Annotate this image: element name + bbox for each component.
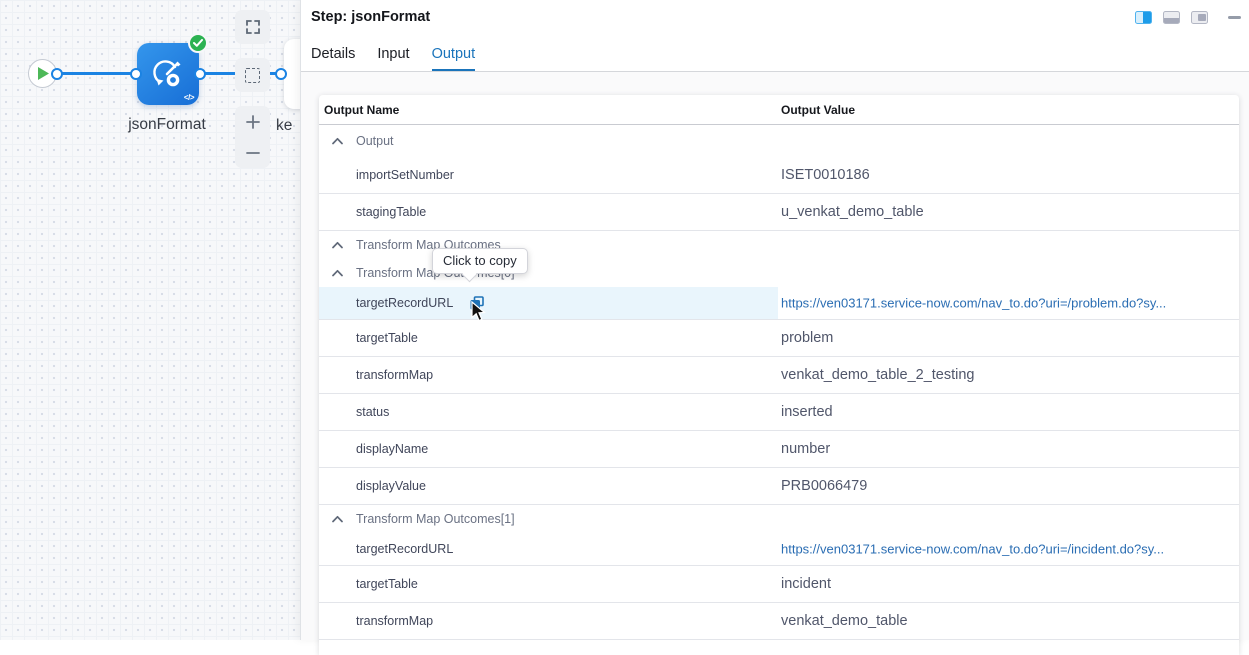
output-name-label: displayValue	[356, 479, 426, 493]
table-row: importSetNumber ISET0010186	[319, 157, 1239, 194]
step-node-label: jsonFormat	[107, 116, 227, 134]
output-value: number	[781, 441, 830, 457]
output-table-rows: Output importSetNumber ISET0010186 stagingT…	[319, 125, 1239, 640]
zoom-out-button[interactable]	[235, 137, 270, 168]
chevron-up-icon	[332, 138, 343, 145]
dock-right-icon[interactable]	[1135, 11, 1152, 24]
collapse-toggle[interactable]	[332, 270, 343, 277]
marquee-select-button[interactable]	[235, 58, 270, 92]
zoom-in-button[interactable]	[235, 106, 270, 137]
output-value: ISET0010186	[781, 167, 870, 183]
fullscreen-icon	[245, 19, 261, 35]
output-value: problem	[781, 330, 833, 346]
table-row: displayValue PRB0066479	[319, 468, 1239, 505]
output-name-label: displayName	[356, 442, 428, 456]
table-group-row[interactable]: Transform Map Outcomes[1]	[319, 505, 1239, 533]
tab-details[interactable]: Details	[311, 46, 355, 72]
chevron-up-icon	[332, 270, 343, 277]
flow-canvas[interactable]: </> jsonFormat ke	[0, 0, 300, 640]
zoom-controls	[235, 106, 270, 168]
table-row: targetRecordURL https://ven03171.service-…	[319, 287, 1239, 320]
dock-bottom-icon[interactable]	[1163, 11, 1180, 24]
output-name-label: transformMap	[356, 614, 433, 628]
output-name-label: targetTable	[356, 331, 418, 345]
table-row: transformMap venkat_demo_table_2_testing	[319, 357, 1239, 394]
panel-window-controls	[1135, 11, 1241, 24]
output-value: incident	[781, 576, 831, 592]
minus-icon	[245, 145, 261, 161]
connector-port[interactable]	[130, 68, 142, 80]
output-value: inserted	[781, 404, 833, 420]
panel-title: Step: jsonFormat	[311, 9, 430, 25]
copy-tooltip: Click to copy	[432, 248, 528, 274]
output-name-label: stagingTable	[356, 205, 426, 219]
next-node-label: ke	[276, 117, 292, 135]
table-row: status inserted	[319, 394, 1239, 431]
output-value: PRB0066479	[781, 478, 867, 494]
output-table-header: Output Name Output Value	[319, 95, 1239, 125]
copy-tooltip-text: Click to copy	[443, 253, 517, 268]
panel-tabs: Details Input Output	[311, 46, 475, 72]
column-header-output-value: Output Value	[781, 103, 855, 117]
table-group-row[interactable]: Output	[319, 125, 1239, 157]
table-row: stagingTable u_venkat_demo_table	[319, 194, 1239, 231]
output-value-link[interactable]: https://ven03171.service-now.com/nav_to.…	[781, 296, 1166, 311]
output-value: u_venkat_demo_table	[781, 204, 924, 220]
step-node-jsonformat[interactable]: </>	[137, 43, 199, 105]
connector-port[interactable]	[51, 68, 63, 80]
table-row: displayName number	[319, 431, 1239, 468]
success-check-badge	[188, 33, 208, 53]
group-label: Transform Map Outcomes[1]	[356, 512, 515, 526]
collapse-toggle[interactable]	[332, 516, 343, 523]
output-value: venkat_demo_table_2_testing	[781, 367, 974, 383]
output-name-label: importSetNumber	[356, 168, 454, 182]
check-icon	[193, 39, 203, 47]
table-row: transformMap venkat_demo_table	[319, 603, 1239, 640]
json-transform-icon	[150, 56, 186, 92]
output-name-label: targetRecordURL	[356, 542, 453, 556]
output-value: venkat_demo_table	[781, 613, 908, 629]
output-name-label: transformMap	[356, 368, 433, 382]
output-table-card: Output Name Output Value Output importSet…	[319, 95, 1239, 655]
connector-port[interactable]	[194, 68, 206, 80]
table-row: targetTable problem	[319, 320, 1239, 357]
plus-icon	[245, 114, 261, 130]
column-header-output-name: Output Name	[324, 103, 399, 117]
tab-output[interactable]: Output	[432, 46, 476, 72]
play-icon	[38, 67, 49, 80]
dock-float-icon[interactable]	[1191, 11, 1208, 24]
table-row: targetTable incident	[319, 566, 1239, 603]
minimize-icon[interactable]	[1228, 16, 1241, 19]
output-tab-content: Output Name Output Value Output importSet…	[301, 72, 1249, 640]
collapse-toggle[interactable]	[332, 242, 343, 249]
tab-input[interactable]: Input	[377, 46, 409, 72]
connector-port[interactable]	[275, 68, 287, 80]
fullscreen-button[interactable]	[235, 10, 270, 44]
output-name-label: status	[356, 405, 389, 419]
group-label: Output	[356, 134, 394, 148]
table-row: targetRecordURL https://ven03171.service-…	[319, 533, 1239, 566]
marquee-icon	[245, 68, 260, 83]
chevron-up-icon	[332, 242, 343, 249]
collapse-toggle[interactable]	[332, 138, 343, 145]
output-value-link[interactable]: https://ven03171.service-now.com/nav_to.…	[781, 542, 1164, 557]
chevron-up-icon	[332, 516, 343, 523]
code-glyph-icon: </>	[184, 93, 194, 102]
step-detail-panel: Step: jsonFormat Details Input Output Ou…	[300, 0, 1249, 640]
output-name-label: targetTable	[356, 577, 418, 591]
mouse-cursor-icon	[471, 301, 486, 322]
output-name-label: targetRecordURL	[356, 296, 453, 310]
